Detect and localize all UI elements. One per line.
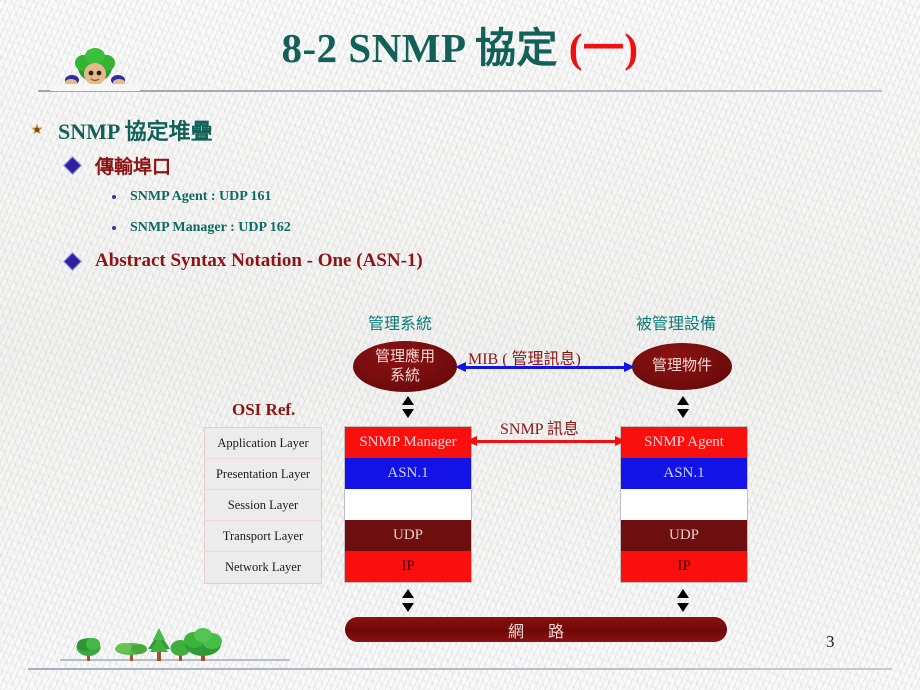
stack-cell-application: SNMP Agent (621, 427, 747, 458)
bullet-level2a-label: 傳輸埠口 (95, 157, 172, 178)
bullet-level3-manager-port: SNMP Manager : UDP 162 (112, 220, 291, 236)
bullet-level2-asn1: Abstract Syntax Notation - One (ASN-1) (63, 250, 423, 272)
snmp-arrow-head-right (615, 436, 626, 446)
mib-arrow (455, 362, 635, 372)
paper-texture-background (0, 0, 920, 690)
diagram-column-header-left: 管理系統 (368, 316, 433, 333)
diamond-bullet-icon (63, 251, 82, 271)
osi-reference-table: Application Layer Presentation Layer Ses… (204, 427, 322, 584)
dot-bullet-icon (112, 195, 116, 199)
osi-layer-row: Session Layer (205, 490, 321, 521)
bullet-level2b-label: Abstract Syntax Notation - One (ASN-1) (95, 250, 423, 271)
stack-cell-transport: UDP (345, 520, 471, 551)
mib-arrow-shaft (465, 366, 625, 369)
network-bar: 網 路 (345, 617, 727, 642)
left-connector-arrow-down (402, 409, 414, 418)
left-network-arrow-up (402, 589, 414, 598)
stack-cell-network: IP (345, 551, 471, 582)
tree-decoration-icon (60, 628, 290, 661)
management-application-node: 管理應用 系統 (353, 341, 457, 392)
page-title-main: 8-2 SNMP 協定 (281, 25, 569, 71)
management-application-line1: 管理應用 (374, 348, 435, 365)
osi-layer-row: Network Layer (224, 560, 301, 574)
dot-bullet-icon (112, 226, 116, 230)
stack-cell-session (621, 489, 747, 520)
managed-object-node: 管理物件 (632, 343, 732, 390)
right-network-arrow-down (677, 603, 689, 612)
stack-cell-transport: UDP (621, 520, 747, 551)
snmp-arrow-head-left (466, 436, 477, 446)
diagram-column-header-right: 被管理設備 (636, 316, 717, 333)
snmp-arrow-shaft (476, 440, 616, 443)
stack-cell-application: SNMP Manager (345, 427, 471, 458)
right-connector-arrow-down (677, 409, 689, 418)
title-divider (38, 90, 882, 92)
page-title-suffix: (一) (568, 25, 639, 71)
snmp-arrow-label: SNMP 訊息 (500, 421, 579, 438)
mib-arrow-head-right (624, 362, 635, 372)
stack-cell-presentation: ASN.1 (621, 458, 747, 489)
bullet-level3-agent-port: SNMP Agent : UDP 161 (112, 189, 272, 205)
bullet-level2-transport-ports: 傳輸埠口 (63, 152, 172, 179)
management-application-line2: 系統 (389, 367, 420, 384)
slide-canvas: 8-2 SNMP 協定 (一) SNMP 協定堆疊 傳輸埠口 SNMP Agen… (0, 0, 920, 690)
right-network-arrow-up (677, 589, 689, 598)
footer-divider (28, 668, 892, 670)
osi-layer-row: Application Layer (205, 428, 321, 459)
bullet-level3-label-0: SNMP Agent : UDP 161 (130, 189, 272, 204)
stack-cell-network: IP (621, 551, 747, 582)
managed-object-label: 管理物件 (651, 358, 712, 375)
diamond-bullet-icon (63, 156, 82, 175)
left-network-arrow-down (402, 603, 414, 612)
bullet-level3-label-1: SNMP Manager : UDP 162 (130, 220, 291, 235)
peeking-character-icon (50, 48, 140, 91)
star-bullet-icon (31, 123, 43, 135)
snmp-agent-stack: SNMP Agent ASN.1 UDP IP (620, 426, 748, 583)
snmp-manager-stack: SNMP Manager ASN.1 UDP IP (344, 426, 472, 583)
snmp-message-arrow (466, 436, 626, 446)
page-number: 3 (826, 632, 835, 651)
osi-layer-row: Transport Layer (205, 521, 321, 552)
stack-cell-session (345, 489, 471, 520)
bullet-level1-label: SNMP 協定堆疊 (58, 119, 213, 144)
mib-arrow-head-left (455, 362, 466, 372)
stack-cell-presentation: ASN.1 (345, 458, 471, 489)
right-connector-arrow-up (677, 396, 689, 405)
bullet-level1-snmp-stack: SNMP 協定堆疊 (30, 114, 213, 146)
osi-layer-row: Presentation Layer (205, 459, 321, 490)
left-connector-arrow-up (402, 396, 414, 405)
osi-ref-label: OSI Ref. (232, 400, 296, 419)
